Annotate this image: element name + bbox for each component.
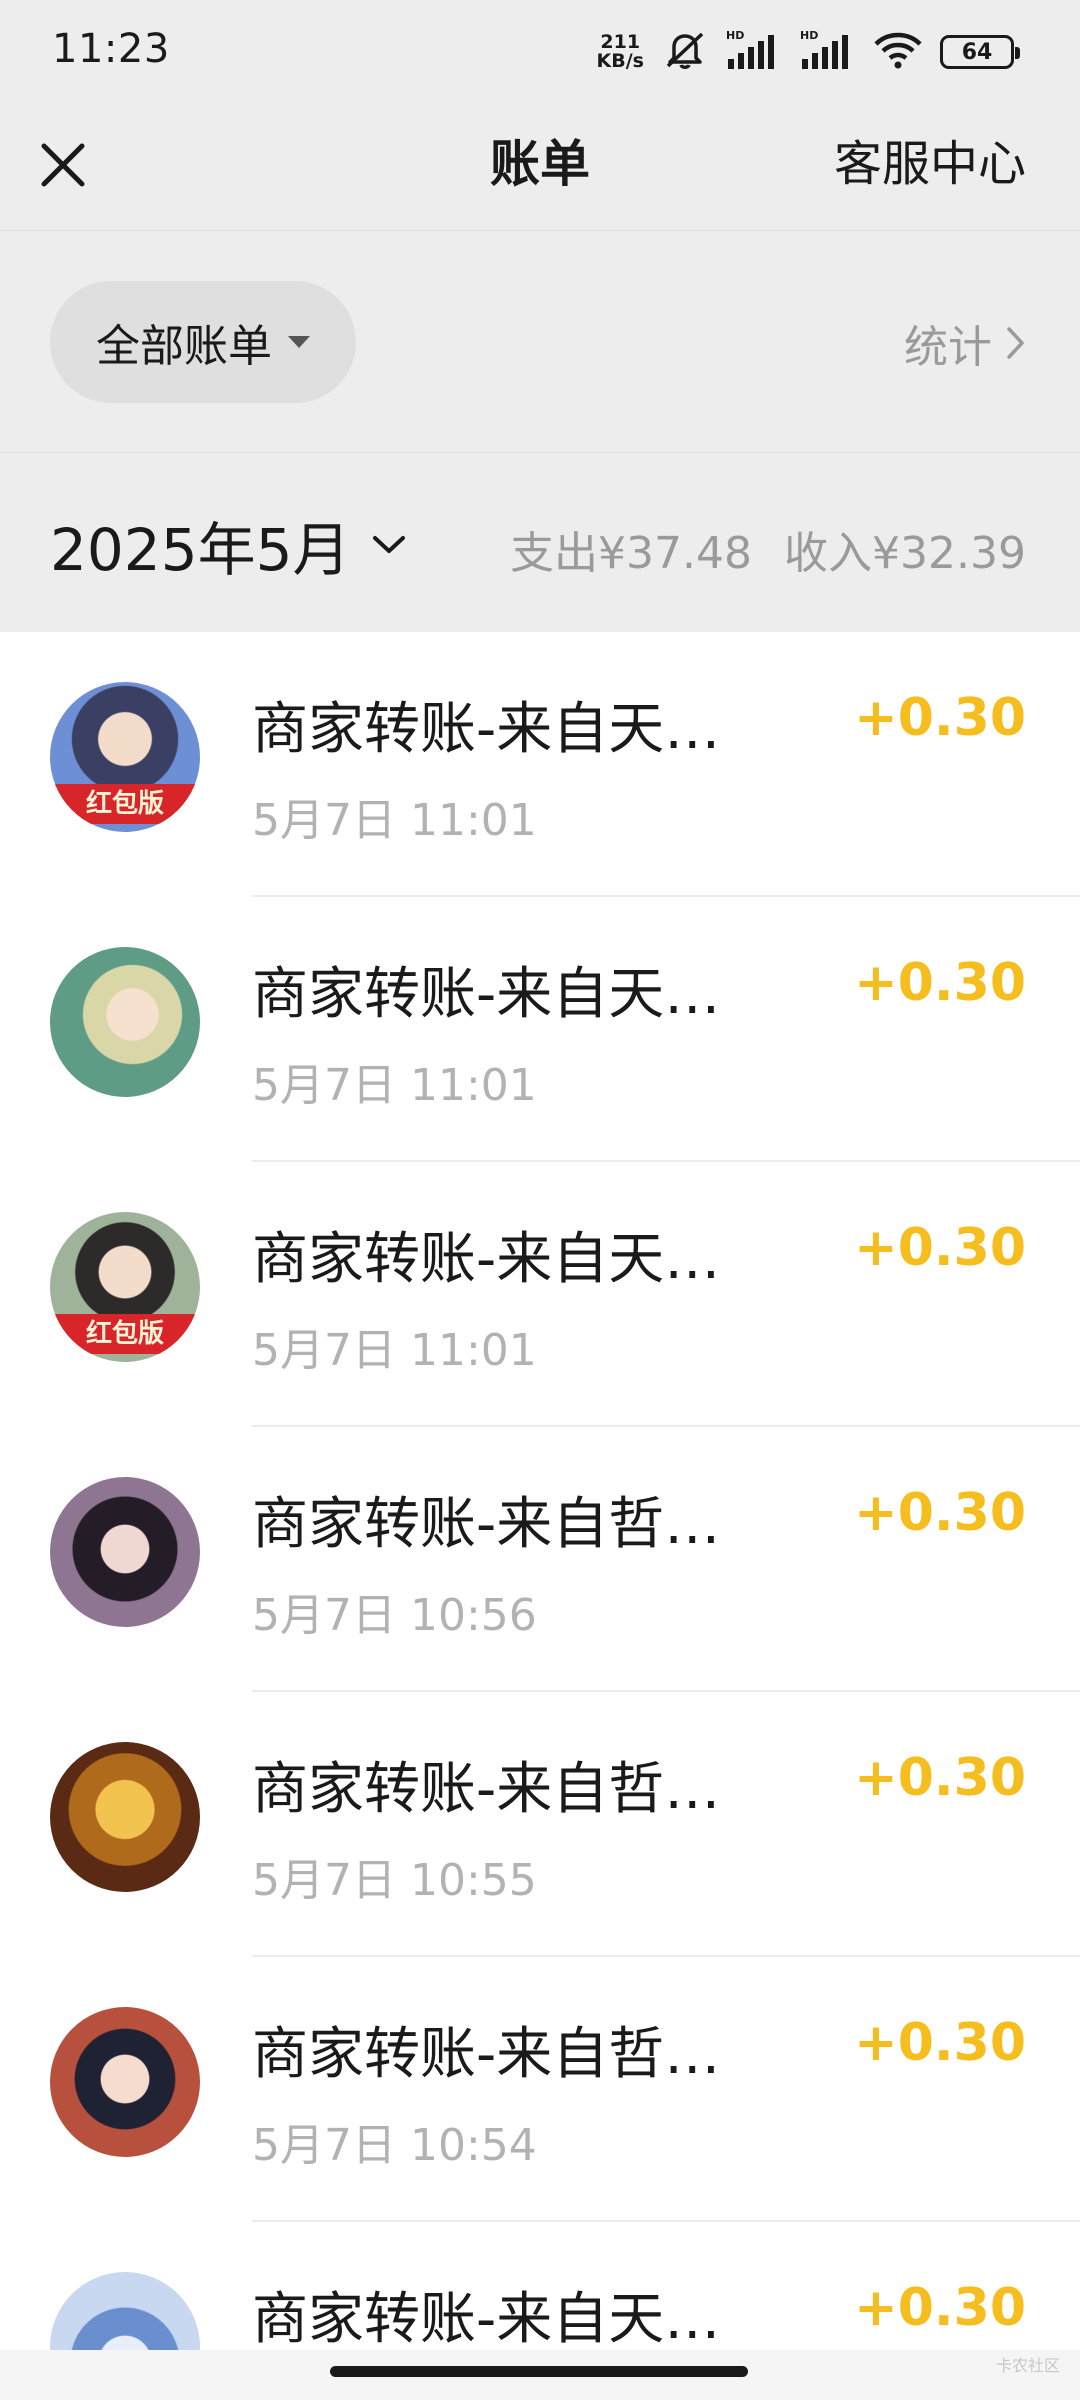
bill-amount: +0.30 [854,953,1026,1013]
customer-service-link[interactable]: 客服中心 [834,124,1026,194]
bill-row[interactable]: 红包版 商家转账-来自天… 5月7日 11:01 +0.30 [0,632,1080,897]
month-income: 收入¥32.39 [784,528,1026,579]
watermark: 卡农社区 [995,2356,1060,2375]
filter-bar: 全部账单 统计 [0,230,1080,452]
battery-level: 64 [961,39,993,65]
bill-row[interactable]: 商家转账-来自哲… 5月7日 10:54 +0.30 [0,1957,1080,2222]
bill-time: 5月7日 11:01 [252,1060,537,1111]
bill-title: 商家转账-来自天… [252,2287,721,2352]
status-bar: 11:23 211 KB/s HD HD 64 [0,0,1080,100]
merchant-avatar [50,2007,200,2157]
wifi-icon [874,30,922,74]
bill-title: 商家转账-来自天… [252,697,721,762]
stats-label: 统计 [904,322,992,373]
bill-time: 5月7日 10:56 [252,1590,537,1641]
mute-icon [662,30,708,74]
month-selector[interactable]: 2025年5月 [50,503,407,587]
bill-row[interactable]: 商家转账-来自哲… 5月7日 10:55 +0.30 [0,1692,1080,1957]
network-speed: 211 KB/s [597,33,644,71]
chevron-down-icon [372,536,405,553]
bill-type-filter[interactable]: 全部账单 [50,281,356,403]
bill-row[interactable]: 商家转账-来自天… 5月7日 11:01 +0.30 [0,897,1080,1162]
signal-icon-1: HD [726,29,782,75]
bill-amount: +0.30 [854,688,1026,748]
bill-title: 商家转账-来自天… [252,962,721,1027]
bill-time: 5月7日 10:54 [252,2120,537,2171]
bill-amount: +0.30 [854,1483,1026,1543]
network-speed-unit: KB/s [596,50,644,72]
bill-time: 5月7日 10:55 [252,1855,537,1906]
bill-list: 红包版 商家转账-来自天… 5月7日 11:01 +0.30 商家转账-来自天…… [0,632,1080,2400]
stats-link[interactable]: 统计 [904,311,1026,375]
status-time: 11:23 [52,26,170,72]
signal-icon-2: HD [800,29,856,75]
merchant-avatar [50,1742,200,1892]
bill-type-filter-label: 全部账单 [96,321,272,372]
home-indicator[interactable] [330,2366,748,2377]
month-expense: 支出¥37.48 [510,528,753,579]
month-label: 2025年5月 [50,516,351,584]
bill-amount: +0.30 [854,2278,1026,2338]
nav-bar: 账单 客服中心 [0,100,1080,230]
bill-time: 5月7日 11:01 [252,1325,537,1376]
svg-text:HD: HD [726,29,744,42]
month-header: 2025年5月 支出¥37.48 收入¥32.39 [0,452,1080,632]
svg-text:HD: HD [800,29,818,42]
merchant-avatar [50,1477,200,1627]
red-packet-badge: 红包版 [50,784,200,824]
red-packet-badge: 红包版 [50,1314,200,1354]
bill-row[interactable]: 商家转账-来自哲… 5月7日 10:56 +0.30 [0,1427,1080,1692]
merchant-avatar [50,947,200,1097]
bill-amount: +0.30 [854,1218,1026,1278]
bill-title: 商家转账-来自哲… [252,1492,721,1557]
chevron-right-icon [1007,327,1024,359]
bill-amount: +0.30 [854,1748,1026,1808]
merchant-avatar: 红包版 [50,682,200,832]
merchant-avatar: 红包版 [50,1212,200,1362]
close-icon [41,143,85,187]
bill-title: 商家转账-来自哲… [252,2022,721,2087]
caret-down-icon [288,336,310,348]
status-icons: 211 KB/s HD HD 64 [597,28,1020,76]
bill-title: 商家转账-来自哲… [252,1757,721,1822]
month-summary: 支出¥37.48 收入¥32.39 [510,517,1026,581]
bill-title: 商家转账-来自天… [252,1227,721,1292]
bill-time: 5月7日 11:01 [252,795,537,846]
close-button[interactable] [30,120,130,220]
bill-amount: +0.30 [854,2013,1026,2073]
battery-icon: 64 [940,35,1020,69]
bill-row[interactable]: 红包版 商家转账-来自天… 5月7日 11:01 +0.30 [0,1162,1080,1427]
